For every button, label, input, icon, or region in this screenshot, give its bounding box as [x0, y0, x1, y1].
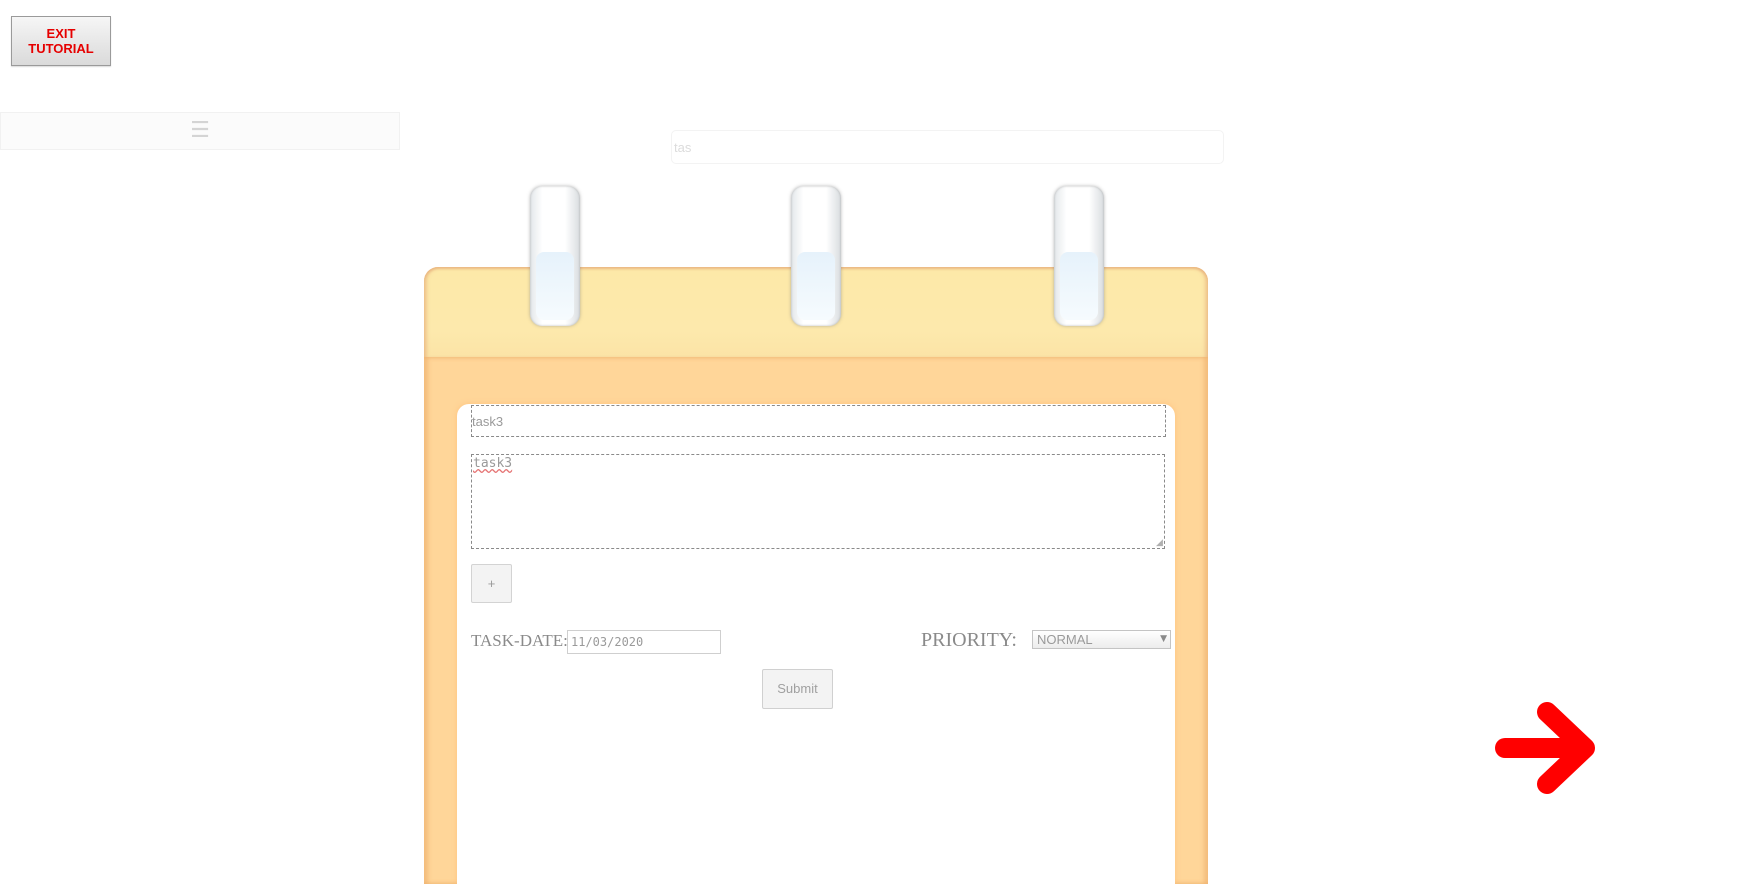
task-description-text: task3 [473, 456, 513, 471]
task-date-input[interactable]: 11/03/2020 [567, 630, 721, 654]
submit-button[interactable]: Submit [762, 669, 833, 709]
binder-ring-icon [791, 186, 841, 326]
binder-ring-icon [530, 186, 580, 326]
priority-select[interactable]: NORMAL ▼ [1032, 630, 1171, 649]
exit-tutorial-label-line1: EXIT [46, 26, 76, 41]
task-notepad: task3 ◢ + TASK-DATE: 11/03/2020 PRIORITY… [424, 186, 1208, 884]
binder-ring-icon [1054, 186, 1104, 326]
arrow-right-icon[interactable] [1495, 694, 1605, 804]
tutorial-page: EXIT TUTORIAL ☰ task3 ◢ + TASK-DATE: 11/… [0, 0, 1751, 884]
resize-grip-icon[interactable]: ◢ [1156, 539, 1164, 548]
hamburger-icon[interactable]: ☰ [188, 119, 212, 143]
menu-bar: ☰ [0, 112, 400, 150]
chevron-down-icon: ▼ [1160, 634, 1167, 644]
exit-tutorial-button[interactable]: EXIT TUTORIAL [11, 16, 111, 66]
search-input[interactable] [671, 130, 1224, 164]
exit-tutorial-label-line2: TUTORIAL [28, 41, 94, 56]
task-description-textarea[interactable]: task3 [471, 454, 1165, 549]
task-date-label: TASK-DATE: [471, 631, 568, 650]
add-subtask-button[interactable]: + [471, 564, 512, 603]
priority-label: PRIORITY: [921, 629, 1017, 651]
priority-selected-value: NORMAL [1037, 632, 1093, 647]
task-title-input[interactable] [471, 405, 1166, 437]
